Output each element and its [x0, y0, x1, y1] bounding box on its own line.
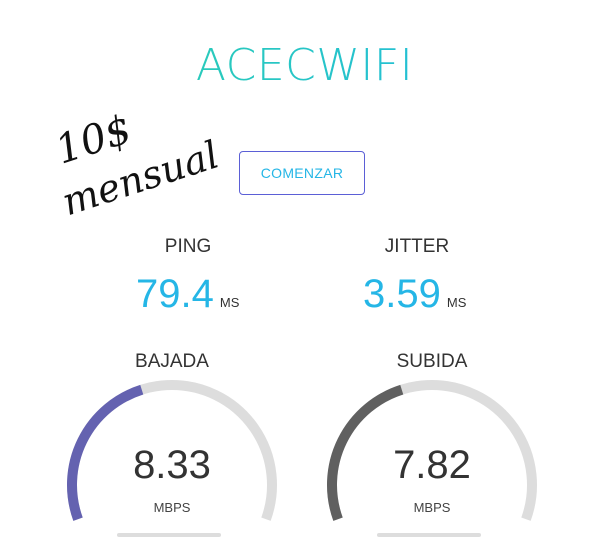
ping-value-group: 79.4 MS [136, 272, 239, 317]
jitter-label: JITTER [384, 236, 450, 257]
ping-unit: MS [219, 295, 240, 310]
download-gauge: 8.33 MBPS [62, 370, 282, 545]
ping-label: PING [164, 236, 212, 257]
jitter-unit: MS [446, 295, 467, 310]
ping-value: 79.4 [136, 272, 214, 316]
upload-unit: MBPS [413, 500, 451, 515]
jitter-value-group: 3.59 MS [363, 272, 466, 317]
download-progress-bar [117, 533, 221, 537]
upload-progress-bar [377, 533, 481, 537]
start-button[interactable]: COMENZAR [239, 151, 365, 195]
jitter-value: 3.59 [363, 272, 441, 316]
upload-value: 7.82 [393, 443, 471, 487]
download-unit: MBPS [153, 500, 191, 515]
download-value: 8.33 [133, 443, 211, 487]
upload-gauge: 7.82 MBPS [322, 370, 542, 545]
